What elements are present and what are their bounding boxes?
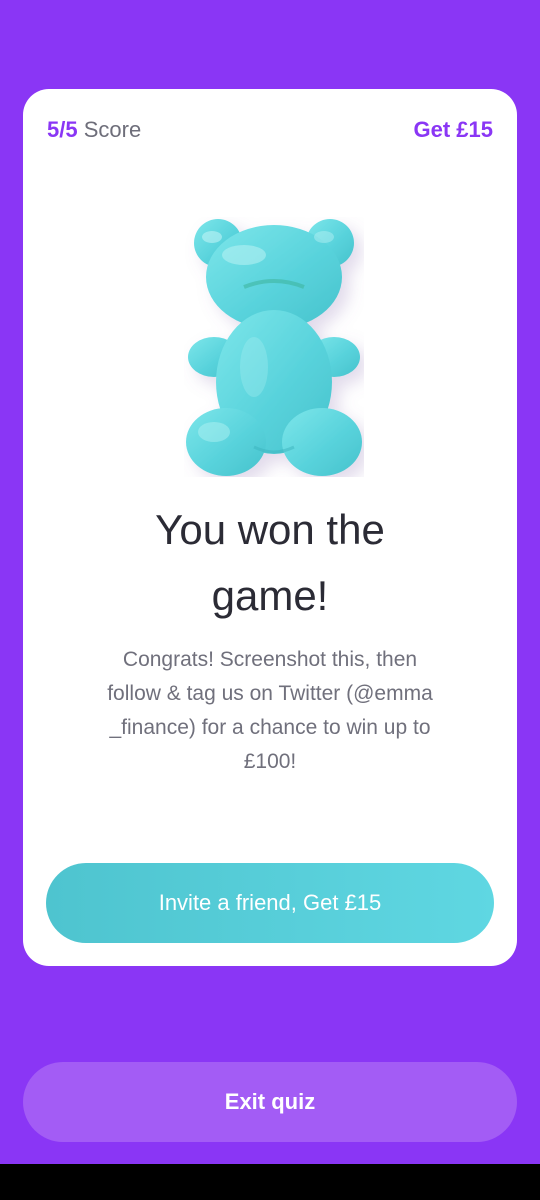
result-message-line-2: follow & tag us on Twitter (@emma: [107, 682, 433, 705]
result-message-line-3: _finance) for a chance to win up to: [109, 716, 431, 739]
invite-friend-button[interactable]: Invite a friend, Get £15: [46, 863, 494, 943]
result-message-line-4: £100!: [243, 750, 297, 773]
score-display: 5/5 Score: [47, 117, 141, 143]
gummy-bear-icon: [184, 217, 364, 477]
result-title: You won the game!: [23, 497, 517, 629]
score-value: 5/5: [47, 117, 78, 142]
get-reward-link[interactable]: Get £15: [414, 117, 494, 143]
result-message-line-1: Congrats! Screenshot this, then: [122, 648, 418, 671]
result-message: Congrats! Screenshot this, then follow &…: [67, 643, 473, 779]
exit-quiz-button[interactable]: Exit quiz: [23, 1062, 517, 1142]
score-label: Score: [77, 117, 142, 142]
result-title-line-2: game!: [211, 572, 329, 619]
result-card: 5/5 Score Get £15 You won the game! Cong…: [23, 89, 517, 966]
result-title-line-1: You won the: [155, 506, 385, 553]
system-navigation-bar: [0, 1164, 540, 1200]
